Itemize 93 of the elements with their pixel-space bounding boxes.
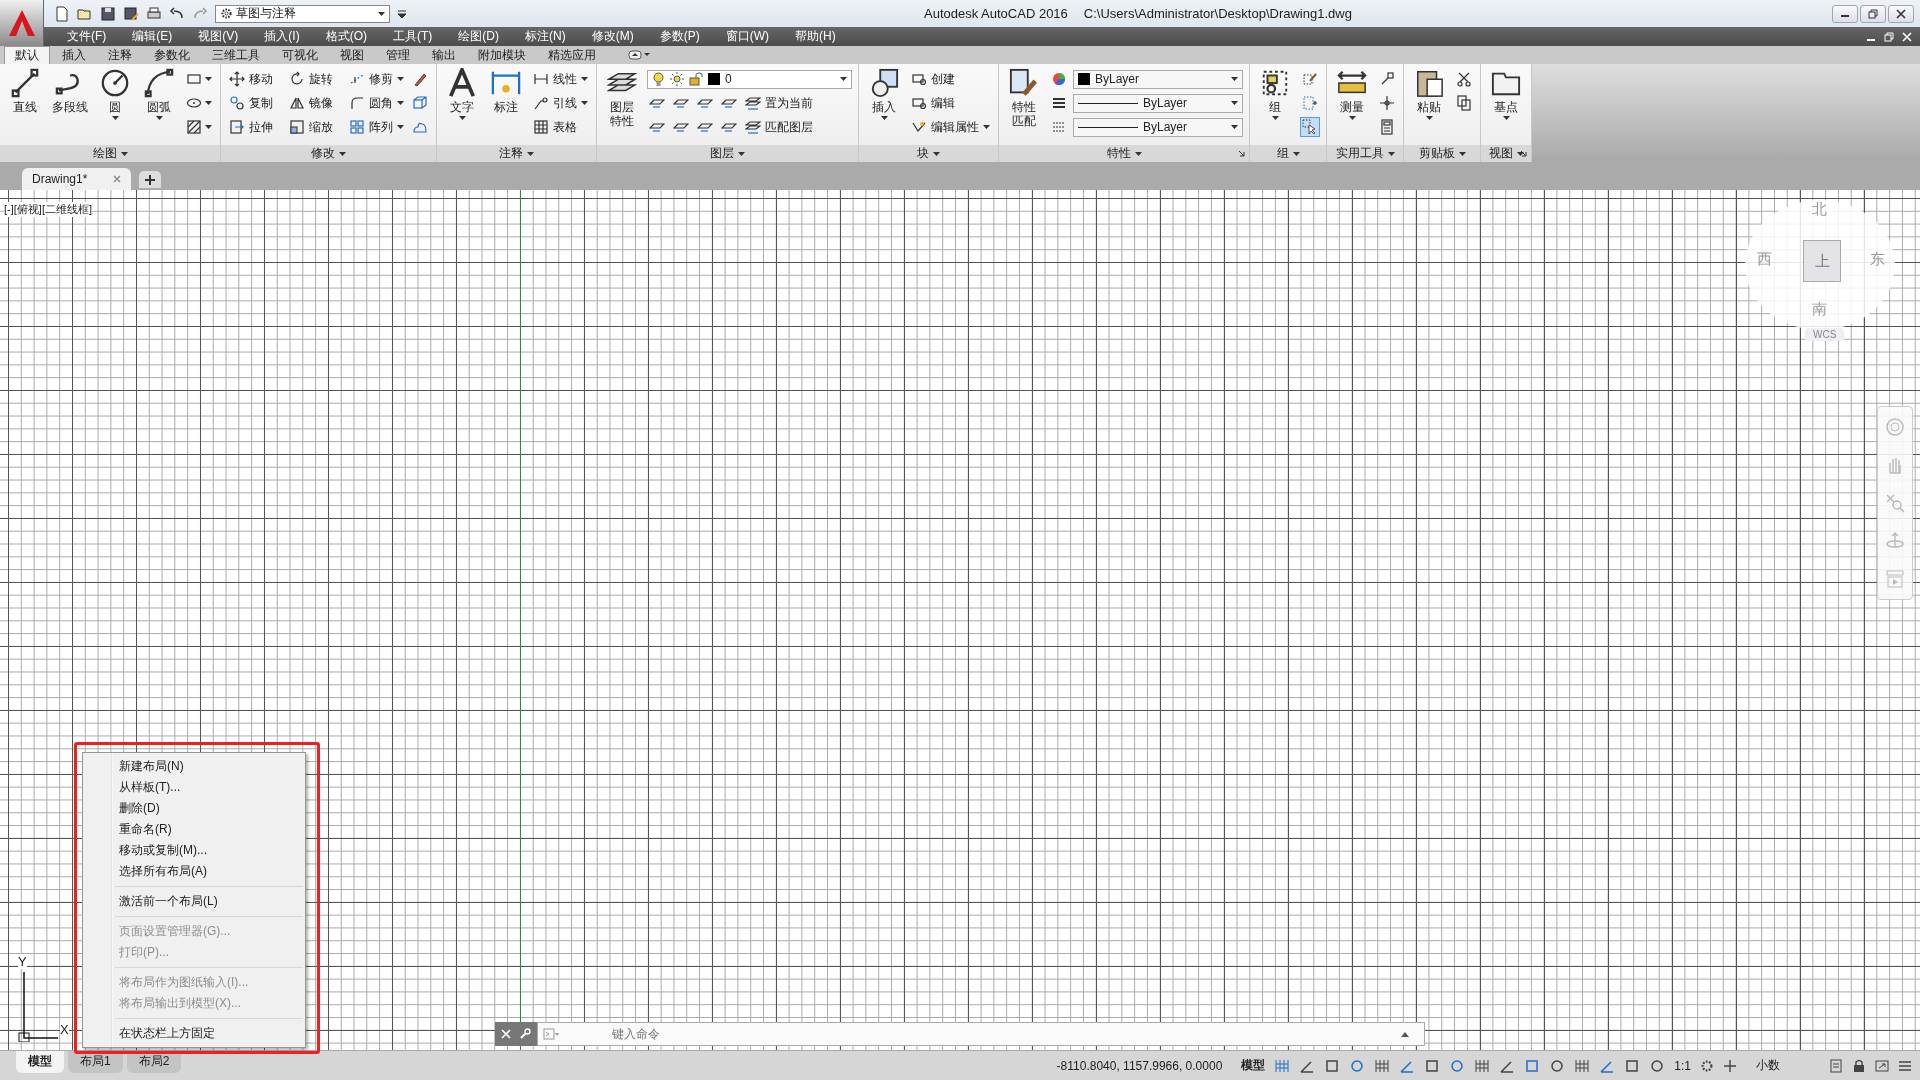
ribbon-tool-button[interactable]: 编辑 — [909, 93, 965, 113]
ribbon-tab[interactable]: 三维工具 — [202, 47, 270, 64]
annotation-scale[interactable]: 1:1 — [1674, 1058, 1691, 1073]
panel-title-bar[interactable]: 视图 — [1481, 145, 1531, 162]
units-dropdown[interactable]: 小数 — [1756, 1057, 1780, 1074]
ribbon-large-button[interactable]: 直线 — [6, 68, 44, 114]
ribbon-tool-button[interactable]: 修剪 — [347, 69, 406, 89]
menu-item[interactable]: 工具(T) — [380, 28, 446, 45]
line-style-dropdown[interactable]: ByLayer — [1073, 93, 1243, 113]
ribbon-tab[interactable]: 精选应用 — [538, 47, 606, 64]
ribbon-tool-button[interactable]: 复制 — [227, 93, 283, 113]
ribbon-tab[interactable]: 视图 — [330, 47, 374, 64]
panel-title-bar[interactable]: 组 — [1250, 145, 1326, 162]
ribbon-large-button[interactable]: 基点 — [1487, 68, 1525, 120]
menu-item[interactable]: 帮助(H) — [782, 28, 849, 45]
menu-item[interactable]: 新建布局(N) — [83, 756, 305, 777]
panel-title-bar[interactable]: 实用工具 — [1327, 145, 1403, 162]
ribbon-large-button[interactable]: 多段线 — [50, 68, 90, 114]
ribbon-large-button[interactable]: 文字 — [443, 68, 481, 120]
panel-title-bar[interactable]: 特性 — [999, 145, 1249, 162]
menu-item[interactable]: 在状态栏上方固定 — [83, 1023, 305, 1044]
ribbon-large-button[interactable]: 粘贴 — [1410, 68, 1448, 120]
axis-label: Y — [18, 954, 27, 969]
ribbon-large-button[interactable]: 测量 — [1333, 68, 1371, 120]
menu-item[interactable]: 窗口(W) — [712, 28, 782, 45]
ribbon-tool-button[interactable]: 引线 — [531, 93, 590, 113]
menu-item[interactable]: 视图(V) — [185, 28, 252, 45]
ribbon-tool-button[interactable]: 旋转 — [287, 69, 343, 89]
layer-dropdown[interactable]: 0 — [647, 69, 852, 89]
ribbon-tab[interactable]: 插入 — [52, 47, 96, 64]
ribbon-tool-button[interactable]: 置为当前 — [743, 93, 815, 113]
ribbon-tool-button[interactable]: 圆角 — [347, 93, 406, 113]
ribbon-tool-button[interactable]: 编辑属性 — [909, 117, 992, 137]
menu-item[interactable]: 绘图(D) — [445, 28, 512, 45]
menu-item[interactable]: 文件(F) — [54, 28, 120, 45]
ribbon-tool-button[interactable]: 表格 — [531, 117, 587, 137]
panel-title-bar[interactable]: 修改 — [221, 145, 436, 162]
ribbon-tool-button[interactable]: 创建 — [909, 69, 965, 89]
ribbon-large-button[interactable]: 组 — [1256, 68, 1294, 120]
file-path: C:\Users\Administrator\Desktop\Drawing1.dwg — [1083, 6, 1352, 21]
menu-item[interactable]: 移动或复制(M)... — [83, 840, 305, 861]
ribbon-tab[interactable]: 输出 — [422, 47, 466, 64]
ribbon-tab[interactable]: 附加模块 — [468, 47, 536, 64]
compass-label: 西 — [1757, 250, 1772, 269]
ribbon-large-button[interactable]: 特性匹配 — [1005, 68, 1043, 128]
ribbon-large-button[interactable]: 图层特性 — [603, 68, 641, 128]
menu-item[interactable]: 参数(P) — [646, 28, 713, 45]
layout-tab[interactable]: 模型 — [16, 1051, 64, 1073]
coordinates-readout: -8110.8040, 1157.9966, 0.0000 — [1056, 1058, 1223, 1073]
ribbon-tool-button[interactable]: 匹配图层 — [743, 117, 815, 137]
menu-item[interactable]: 从样板(T)... — [83, 777, 305, 798]
document-tab[interactable]: Drawing1* — [22, 168, 132, 190]
ribbon-tab[interactable]: 可视化 — [272, 47, 328, 64]
color-dropdown[interactable]: ByLayer — [1073, 69, 1243, 89]
menu-item[interactable]: 格式(O) — [312, 28, 380, 45]
ribbon-tab[interactable]: 管理 — [376, 47, 420, 64]
ribbon-tool-button[interactable]: 线性 — [531, 69, 590, 89]
panel-title-bar[interactable]: 图层 — [597, 145, 858, 162]
workspace-dropdown[interactable]: 草图与注释 — [215, 4, 390, 23]
menu-item[interactable]: 标注(N) — [512, 28, 579, 45]
model-space-toggle[interactable]: 模型 — [1241, 1057, 1266, 1074]
menu-item[interactable]: 编辑(E) — [119, 28, 186, 45]
axis-label: X — [60, 1022, 69, 1037]
menu-item[interactable]: 删除(D) — [83, 798, 305, 819]
app-title: Autodesk AutoCAD 2016 — [924, 6, 1068, 21]
ribbon-tab[interactable]: 参数化 — [144, 47, 200, 64]
ribbon-tool-button[interactable]: 镜像 — [287, 93, 343, 113]
cube-face[interactable]: 上 — [1803, 240, 1841, 282]
menu-item[interactable]: 重命名(R) — [83, 819, 305, 840]
ribbon-tab[interactable]: 注释 — [98, 47, 142, 64]
ribbon-large-button[interactable]: 插入 — [865, 68, 903, 120]
ribbon-tool-button[interactable]: 阵列 — [347, 117, 406, 137]
ribbon-tab[interactable]: 默认 — [4, 46, 50, 64]
ribbon-tool-button[interactable]: 移动 — [227, 69, 283, 89]
ribbon-tool-button[interactable]: 缩放 — [287, 117, 343, 137]
viewport-controls[interactable]: [-][俯视][二维线框] — [4, 202, 92, 217]
compass-label: 南 — [1812, 300, 1827, 319]
panel-title-bar[interactable]: 绘图 — [0, 145, 220, 162]
menu-item[interactable]: 选择所有布局(A) — [83, 861, 305, 882]
menu-item[interactable]: 插入(I) — [251, 28, 313, 45]
compass-label: 东 — [1870, 250, 1885, 269]
panel-title-bar[interactable]: 剪贴板 — [1404, 145, 1480, 162]
ribbon-tool-button[interactable]: 拉伸 — [227, 117, 283, 137]
compass-label: 北 — [1812, 200, 1827, 219]
line-style-dropdown[interactable]: ByLayer — [1073, 117, 1243, 137]
panel-title-bar[interactable]: 注释 — [437, 145, 596, 162]
menu-item[interactable]: 修改(M) — [578, 28, 647, 45]
menu-item[interactable]: 激活前一个布局(L) — [83, 891, 305, 912]
panel-title-bar[interactable]: 块 — [859, 145, 998, 162]
ribbon-large-button[interactable]: 标注 — [487, 68, 525, 114]
command-field[interactable]: 键入命令 — [537, 1022, 1425, 1046]
ribbon-large-button[interactable]: 圆 — [96, 68, 134, 120]
ribbon-large-button[interactable]: 圆弧 — [140, 68, 178, 120]
